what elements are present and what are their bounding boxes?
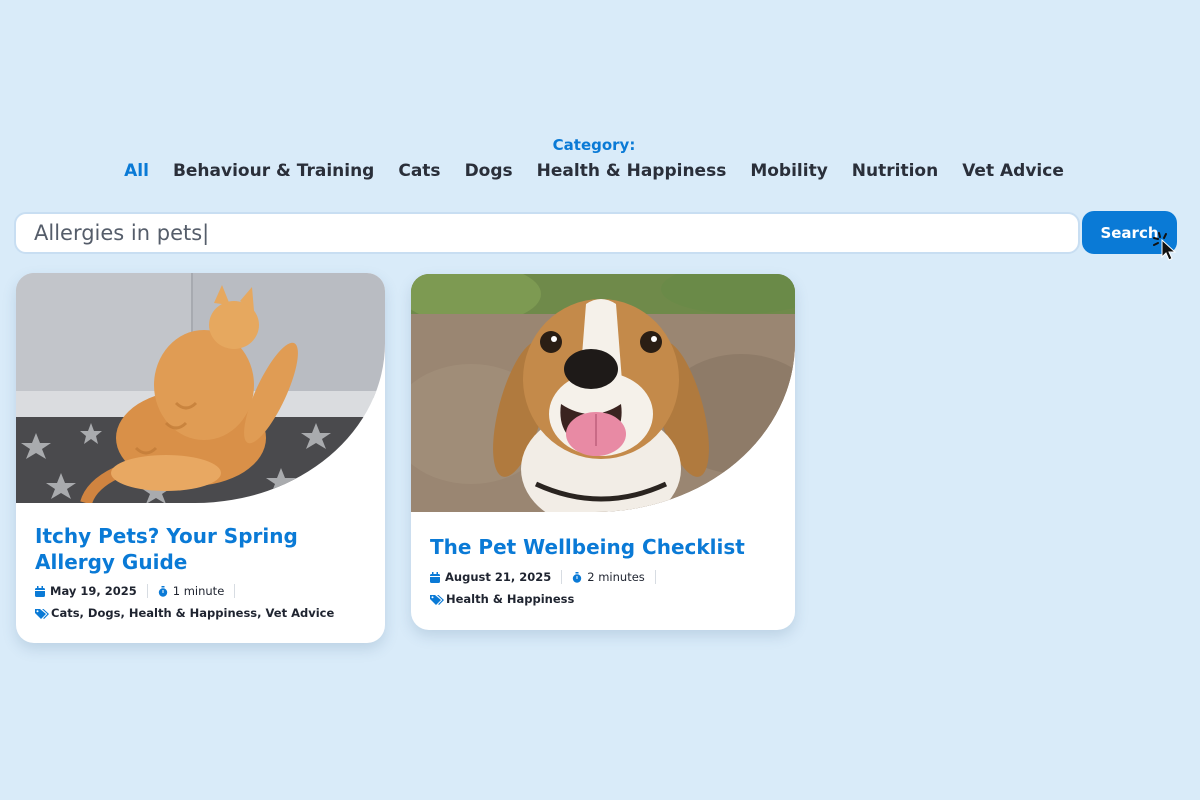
article-meta: May 19, 2025 1 minute xyxy=(35,584,245,598)
article-tags: Cats, Dogs, Health & Happiness, Vet Advi… xyxy=(35,606,334,620)
category-filter: All Behaviour & Training Cats Dogs Healt… xyxy=(0,161,1188,181)
article-image-dog[interactable] xyxy=(411,274,795,512)
article-tag[interactable]: Health & Happiness xyxy=(446,592,574,606)
article-tag[interactable]: Dogs xyxy=(88,606,121,620)
article-read-time-text: 2 minutes xyxy=(587,570,645,584)
calendar-icon xyxy=(430,571,440,583)
calendar-icon xyxy=(35,585,45,597)
category-cats[interactable]: Cats xyxy=(398,161,440,181)
category-label: Category: xyxy=(552,136,636,154)
article-read-time-text: 1 minute xyxy=(172,584,225,598)
tag-comma: , xyxy=(79,606,88,620)
timer-icon xyxy=(158,585,167,597)
category-dogs[interactable]: Dogs xyxy=(465,161,513,181)
article-date: August 21, 2025 xyxy=(430,570,551,584)
category-behaviour-training[interactable]: Behaviour & Training xyxy=(173,161,374,181)
tag-icon xyxy=(430,594,444,605)
article-tags: Health & Happiness xyxy=(430,592,574,606)
article-title[interactable]: The Pet Wellbeing Checklist xyxy=(430,534,770,560)
article-tag[interactable]: Cats xyxy=(51,606,80,620)
category-mobility[interactable]: Mobility xyxy=(750,161,827,181)
search-input[interactable] xyxy=(14,212,1080,254)
meta-divider xyxy=(654,570,656,584)
cursor-click-icon xyxy=(1153,232,1177,261)
article-date-text: May 19, 2025 xyxy=(50,584,137,598)
article-tag[interactable]: Health & Happiness xyxy=(129,606,257,620)
category-vet-advice[interactable]: Vet Advice xyxy=(962,161,1064,181)
meta-divider xyxy=(561,570,563,584)
category-nutrition[interactable]: Nutrition xyxy=(852,161,938,181)
blog-page: Category: All Behaviour & Training Cats … xyxy=(0,0,1200,800)
article-card[interactable]: The Pet Wellbeing Checklist August 21, 2… xyxy=(411,274,795,630)
timer-icon xyxy=(573,571,582,583)
meta-divider xyxy=(234,584,236,598)
tag-icon xyxy=(35,608,49,619)
article-read-time: 1 minute xyxy=(158,584,225,598)
article-date-text: August 21, 2025 xyxy=(445,570,552,584)
article-image-cat[interactable] xyxy=(16,273,385,503)
article-meta: August 21, 2025 2 minutes xyxy=(430,570,666,584)
category-all[interactable]: All xyxy=(124,161,149,181)
tag-comma: , xyxy=(257,606,266,620)
article-title[interactable]: Itchy Pets? Your Spring Allergy Guide xyxy=(35,523,355,575)
meta-divider xyxy=(146,584,148,598)
article-date: May 19, 2025 xyxy=(35,584,137,598)
article-tag[interactable]: Vet Advice xyxy=(266,606,335,620)
tag-comma: , xyxy=(120,606,129,620)
article-read-time: 2 minutes xyxy=(572,570,645,584)
article-card[interactable]: Itchy Pets? Your Spring Allergy Guide Ma… xyxy=(16,273,385,643)
category-health-happiness[interactable]: Health & Happiness xyxy=(537,161,727,181)
